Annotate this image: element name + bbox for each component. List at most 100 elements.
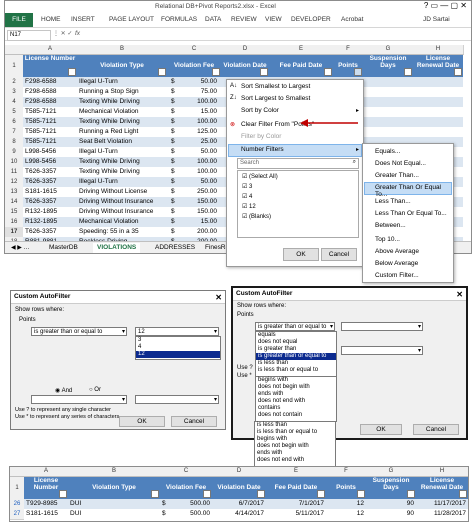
col-header-e[interactable]: E	[266, 467, 327, 477]
list-item[interactable]: 3	[136, 337, 220, 344]
fx-icon[interactable]: fx	[75, 30, 80, 37]
tab-view[interactable]: VIEW	[265, 16, 282, 23]
cell-violation-type[interactable]: Running a Stop Sign	[77, 87, 167, 97]
col-header-c[interactable]: C	[167, 45, 222, 55]
menu-less-than-or-equal[interactable]: Less Than Or Equal To...	[375, 210, 447, 217]
user-name[interactable]: JD Sartai	[423, 16, 450, 23]
cell-currency[interactable]: $	[169, 217, 179, 227]
cell-fee[interactable]: 15.00	[179, 217, 219, 227]
cell-fee[interactable]: 25.00	[179, 137, 219, 147]
tab-home[interactable]: HOME	[41, 16, 61, 23]
list-item[interactable]: is less than	[256, 360, 336, 367]
close-icon[interactable]: ✕	[215, 292, 222, 304]
cell-currency[interactable]: $	[169, 137, 179, 147]
cell-currency[interactable]: $	[169, 167, 179, 177]
cell-fee[interactable]: 100.00	[179, 117, 219, 127]
cell-currency[interactable]: $	[160, 499, 172, 509]
operator2-select[interactable]: ▾	[31, 395, 127, 404]
cell-license[interactable]: T626-3357	[23, 197, 77, 207]
cell-fee[interactable]: 125.00	[179, 127, 219, 137]
cell-license[interactable]: S181-1615	[23, 187, 77, 197]
filter-dropdown-icon[interactable]	[459, 490, 467, 498]
checkbox-4[interactable]: ☑ 4	[242, 193, 252, 200]
cell-currency[interactable]: $	[169, 87, 179, 97]
list-item-selected[interactable]: is greater than or equal to	[256, 353, 336, 360]
col-header-h[interactable]: H	[413, 45, 464, 55]
cell-license[interactable]: R132-1895	[23, 207, 77, 217]
cell-fee-paid-date[interactable]: 7/1/2017	[266, 499, 326, 509]
cell-currency[interactable]: $	[169, 77, 179, 87]
cell-license[interactable]: F298-6588	[23, 77, 77, 87]
col-header-b[interactable]: B	[68, 467, 161, 477]
cell-violation-type[interactable]: Driving Without Insurance	[77, 207, 167, 217]
cell-fee[interactable]: 75.00	[179, 87, 219, 97]
list-item[interactable]: equals	[256, 332, 336, 339]
filter-dropdown-icon[interactable]	[317, 490, 325, 498]
menu-below-average[interactable]: Below Average	[375, 260, 418, 267]
filter-dropdown-icon[interactable]	[257, 490, 265, 498]
filter-dropdown-icon[interactable]	[324, 68, 332, 76]
tab-data[interactable]: DATA	[205, 16, 221, 23]
cell-renewal-date[interactable]: 11/28/2017	[416, 509, 468, 519]
cell-violation-type[interactable]: Speeding: 55 in a 35	[77, 227, 167, 237]
filter-dropdown-icon[interactable]	[260, 68, 268, 76]
col-header-g[interactable]: G	[366, 467, 417, 477]
sheet-tab-addresses[interactable]: ADDRESSES	[151, 243, 199, 253]
cell-fee[interactable]: 200.00	[179, 227, 219, 237]
cancel-button[interactable]: Cancel	[413, 424, 459, 435]
tab-review[interactable]: REVIEW	[231, 16, 257, 23]
operator-select[interactable]: is greater than or equal to ▾	[255, 322, 335, 331]
checkbox-select-all[interactable]: ☑ (Select All)	[242, 173, 278, 180]
list-item[interactable]: is greater than	[256, 346, 336, 353]
tab-developer[interactable]: DEVELOPER	[291, 16, 331, 23]
cell-license[interactable]: T929-8985	[24, 499, 68, 509]
list-item[interactable]: does not begin with	[256, 384, 336, 391]
cell-fee[interactable]: 50.00	[179, 177, 219, 187]
cell-license[interactable]: S181-1615	[24, 509, 68, 519]
menu-equals[interactable]: Equals...	[375, 148, 400, 155]
filter-dropdown-icon[interactable]	[212, 68, 220, 76]
cell-fee[interactable]: 100.00	[179, 167, 219, 177]
cell-currency[interactable]: $	[169, 207, 179, 217]
list-item[interactable]: begins with	[255, 436, 335, 443]
menu-sort-by-color[interactable]: Sort by Color	[241, 107, 279, 114]
cell-suspension-days[interactable]: 90	[366, 499, 416, 509]
sheet-tab-masterdb[interactable]: MasterDB	[45, 243, 82, 253]
cell-currency[interactable]: $	[169, 97, 179, 107]
cell-license[interactable]: F298-6588	[23, 97, 77, 107]
col-header-e[interactable]: E	[269, 45, 334, 55]
ok-button[interactable]: OK	[360, 424, 402, 435]
menu-greater-than[interactable]: Greater Than...	[375, 172, 419, 179]
col-header-g[interactable]: G	[363, 45, 414, 55]
cell-fee[interactable]: 15.00	[179, 107, 219, 117]
list-item[interactable]: 4	[136, 344, 220, 351]
cell-suspension-days[interactable]: 90	[366, 509, 416, 519]
list-item[interactable]: is less than or equal to	[256, 367, 336, 374]
list-item[interactable]: is less than	[255, 422, 335, 429]
cell-license[interactable]: R132-1895	[23, 217, 77, 227]
cell-violation-type[interactable]: DUI	[68, 499, 160, 509]
value-select[interactable]: ▾	[341, 322, 423, 331]
col-header-f[interactable]: F	[326, 467, 367, 477]
col-header-a[interactable]: A	[24, 467, 69, 477]
list-item[interactable]: does not contain	[256, 412, 336, 419]
cell-violation-type[interactable]: Mechanical Violation	[77, 107, 167, 117]
or-radio[interactable]: ○ Or	[89, 387, 101, 393]
cell-currency[interactable]: $	[169, 157, 179, 167]
col-header-h[interactable]: H	[416, 467, 468, 477]
cell-renewal-date[interactable]: 11/17/2017	[416, 499, 468, 509]
cell-license[interactable]: L998-5456	[23, 147, 77, 157]
checkbox-blanks[interactable]: ☑ (Blanks)	[242, 213, 271, 220]
list-item[interactable]: does not end with	[256, 398, 336, 405]
cell-fee[interactable]: 500.00	[172, 509, 212, 519]
search-input[interactable]: Search ⌕	[237, 158, 359, 169]
filter-active-icon[interactable]	[357, 490, 365, 498]
col-header-f[interactable]: F	[333, 45, 364, 55]
col-header-a[interactable]: A	[23, 45, 78, 55]
filter-dropdown-icon[interactable]	[68, 68, 76, 76]
filter-dropdown-icon[interactable]	[407, 490, 415, 498]
tab-formulas[interactable]: FORMULAS	[161, 16, 197, 23]
cancel-button[interactable]: Cancel	[321, 248, 357, 261]
cell-license[interactable]: T626-3357	[23, 177, 77, 187]
name-box[interactable]: N17	[7, 30, 51, 41]
